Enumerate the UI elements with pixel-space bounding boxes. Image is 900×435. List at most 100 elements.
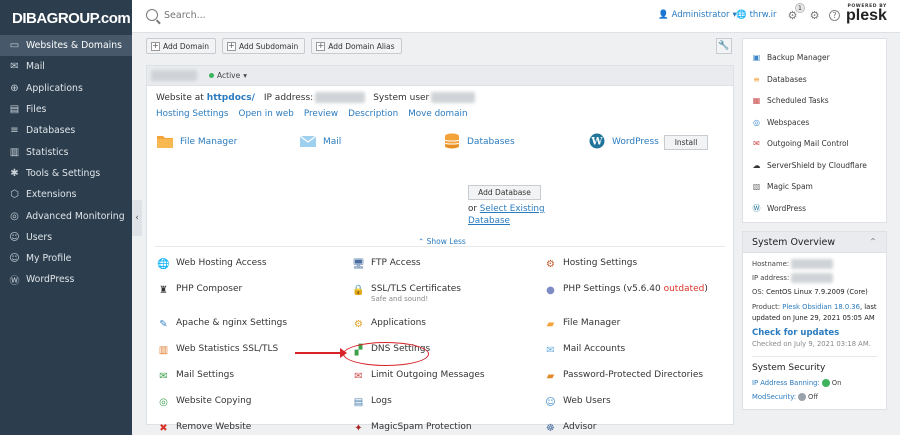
protected-dir-icon: ▰ [546, 371, 555, 382]
cloudflare-icon: ☁ [752, 160, 761, 170]
add-domain-alias-button[interactable]: + Add Domain Alias [311, 38, 402, 54]
status-badge[interactable]: Active ▾ [209, 71, 247, 80]
show-less-toggle[interactable]: ⌃ Show Less [418, 237, 466, 246]
sidebar-item-label: Websites & Domains [26, 40, 122, 52]
domain-link-move-domain[interactable]: Move domain [408, 109, 467, 119]
sidebar-item-users[interactable]: ☺ Users [0, 227, 132, 248]
quick-link-scheduled-tasks[interactable]: ▦ Scheduled Tasks [743, 90, 886, 112]
quick-link-wordpress[interactable]: Ⓦ WordPress [743, 198, 886, 220]
ip-banning-link[interactable]: IP Address Banning: [752, 379, 820, 387]
notifications-icon[interactable]: ⚙ 1 [786, 3, 805, 22]
sidebar-item-mail[interactable]: ✉ Mail [0, 56, 132, 77]
updates-icon[interactable]: ⚙ [808, 9, 821, 22]
web-users-icon: ☺ [545, 397, 556, 408]
tool-label: Password-Protected Directories [563, 370, 704, 380]
folder-icon [157, 136, 173, 148]
ip-blurred [791, 273, 834, 283]
quick-link-databases[interactable]: ≡ Databases [743, 69, 886, 91]
search-icon [146, 9, 158, 21]
quick-link-servershield-by-cloudflare[interactable]: ☁ ServerShield by Cloudflare [743, 155, 886, 177]
sidebar-item-applications[interactable]: ⊕ Applications [0, 78, 132, 99]
file-manager-service[interactable]: File Manager [156, 133, 237, 149]
domain-link-preview[interactable]: Preview [304, 109, 338, 119]
tool-applications[interactable]: ⚙ Applications [352, 318, 426, 331]
files-icon: ▤ [9, 104, 20, 116]
mail-service[interactable]: Mail [299, 133, 341, 149]
add-database-button[interactable]: Add Database [468, 185, 541, 200]
check-icon [821, 379, 830, 387]
sidebar-item-label: Advanced Monitoring [26, 210, 125, 222]
quick-link-backup-manager[interactable]: ▣ Backup Manager [743, 47, 886, 69]
sidebar-item-advanced-monitoring[interactable]: ◎ Advanced Monitoring [0, 205, 132, 226]
search-input[interactable] [164, 9, 364, 21]
sidebar-item-statistics[interactable]: ▥ Statistics [0, 141, 132, 162]
tool-password-protected-directories[interactable]: ▰ Password-Protected Directories [544, 370, 703, 383]
mail-accounts-icon: ✉ [546, 345, 555, 356]
tool-magicspam-protection[interactable]: ✦ MagicSpam Protection [352, 422, 471, 435]
tool-logs[interactable]: ▤ Logs [352, 396, 392, 409]
tool-php-settings-v[interactable]: ● PHP Settings (v5.6.40 outdated) [544, 284, 708, 297]
check-updates-link[interactable]: Check for updates [752, 328, 877, 339]
select-existing-database-link[interactable]: Select Existing Database [468, 204, 545, 226]
system-overview-header[interactable]: System Overview ⌃ [743, 232, 886, 253]
tool-advisor[interactable]: ☸ Advisor [544, 422, 596, 435]
search-box[interactable] [146, 9, 364, 21]
databases-service[interactable]: Databases [443, 133, 515, 149]
user-menu[interactable]: 👤 Administrator ▾ [658, 10, 737, 20]
tool-web-statistics-ssl-tls[interactable]: ▥ Web Statistics SSL/TLS [157, 344, 278, 357]
tool-ssl-tls-certificates[interactable]: 🔒 SSL/TLS Certificates Safe and sound! [352, 284, 461, 303]
site-switcher[interactable]: 🌐 thrw.ir [736, 10, 777, 20]
chevron-down-icon: ▾ [243, 71, 247, 80]
sidebar-collapse-toggle[interactable]: ‹ [132, 200, 142, 236]
add-subdomain-button[interactable]: + Add Subdomain [222, 38, 306, 54]
system-user-blurred [431, 92, 476, 103]
quick-link-outgoing-mail-control[interactable]: ✉ Outgoing Mail Control [743, 133, 886, 155]
logs-icon: ▤ [353, 397, 364, 408]
user-name: Administrator [671, 10, 730, 20]
domain-links: Hosting Settings Open in web Preview Descri… [156, 109, 468, 119]
tool-website-copying[interactable]: ◎ Website Copying [157, 396, 251, 409]
tool-web-users[interactable]: ☺ Web Users [544, 396, 610, 409]
wordpress-service[interactable]: W WordPress [588, 133, 659, 149]
tool-apache-nginx-settings[interactable]: ✎ Apache & nginx Settings [157, 318, 287, 331]
domain-info: Website at httpdocs/ IP address: System … [156, 92, 476, 103]
sidebar-item-databases[interactable]: ≡ Databases [0, 120, 132, 141]
tool-mail-accounts[interactable]: ✉ Mail Accounts [544, 344, 625, 357]
tool-label: Hosting Settings [563, 258, 638, 268]
domain-link-description[interactable]: Description [348, 109, 398, 119]
tool-ftp-access[interactable]: 🖥 FTP Access [352, 258, 421, 271]
tool-php-composer[interactable]: ♜ PHP Composer [157, 284, 242, 297]
domain-link-open-in-web[interactable]: Open in web [239, 109, 294, 119]
tool-hosting-settings[interactable]: ⚙ Hosting Settings [544, 258, 637, 271]
sidebar-item-extensions[interactable]: ⬡ Extensions [0, 184, 132, 205]
wrench-icon[interactable]: 🔧 [716, 38, 732, 54]
tool-label: Web Hosting Access [176, 258, 267, 268]
notification-badge: 1 [794, 3, 805, 13]
website-path-link[interactable]: httpdocs/ [207, 93, 255, 103]
modsecurity-link[interactable]: ModSecurity: [752, 393, 796, 401]
brand-logo[interactable]: DIBAGROUP.com [0, 0, 132, 35]
domain-name-blurred[interactable] [151, 70, 197, 81]
tool-remove-website[interactable]: ✖ Remove Website [157, 422, 251, 435]
tool-mail-settings[interactable]: ✉ Mail Settings [157, 370, 234, 383]
statistics-icon: ▥ [9, 146, 20, 158]
sidebar-item-tools-settings[interactable]: ✱ Tools & Settings [0, 163, 132, 184]
tool-file-manager[interactable]: ▰ File Manager [544, 318, 621, 331]
sidebar-item-my-profile[interactable]: ☺ My Profile [0, 248, 132, 269]
product-link[interactable]: Plesk Obsidian 18.0.36 [782, 303, 860, 311]
wordpress-install-button[interactable]: Install [664, 135, 708, 150]
domain-link-hosting-settings[interactable]: Hosting Settings [156, 109, 229, 119]
quick-link-webspaces[interactable]: ◎ Webspaces [743, 112, 886, 134]
hostname-blurred [791, 259, 834, 269]
help-icon[interactable]: ? [829, 10, 840, 21]
tool-limit-outgoing-messages[interactable]: ✉ Limit Outgoing Messages [352, 370, 484, 383]
sidebar-item-wordpress[interactable]: Ⓦ WordPress [0, 269, 132, 290]
sidebar-item-files[interactable]: ▤ Files [0, 99, 132, 120]
add-domain-button[interactable]: + Add Domain [146, 38, 217, 54]
plus-icon: + [227, 41, 237, 51]
tool-label: FTP Access [371, 258, 421, 268]
sidebar-item-websites-domains[interactable]: ▭ Websites & Domains [0, 35, 132, 57]
quick-link-magic-spam[interactable]: ▧ Magic Spam [743, 176, 886, 198]
tool-web-hosting-access[interactable]: 🌐 Web Hosting Access [157, 258, 267, 271]
plus-icon: + [151, 41, 160, 51]
